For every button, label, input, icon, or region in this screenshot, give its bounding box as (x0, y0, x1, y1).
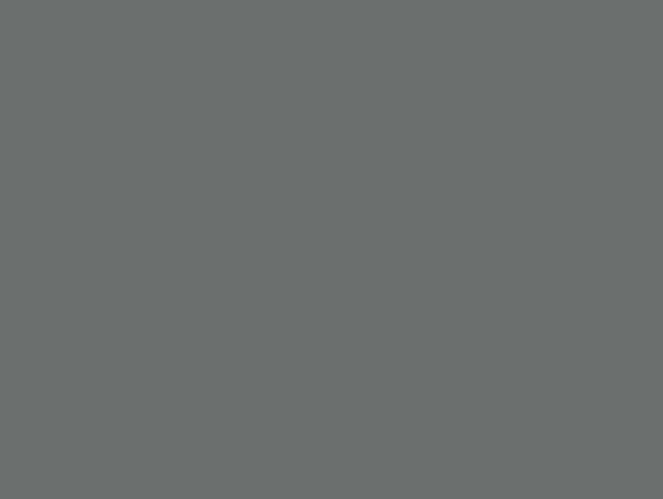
game-stage (0, 0, 663, 499)
stage-frame (0, 0, 663, 499)
